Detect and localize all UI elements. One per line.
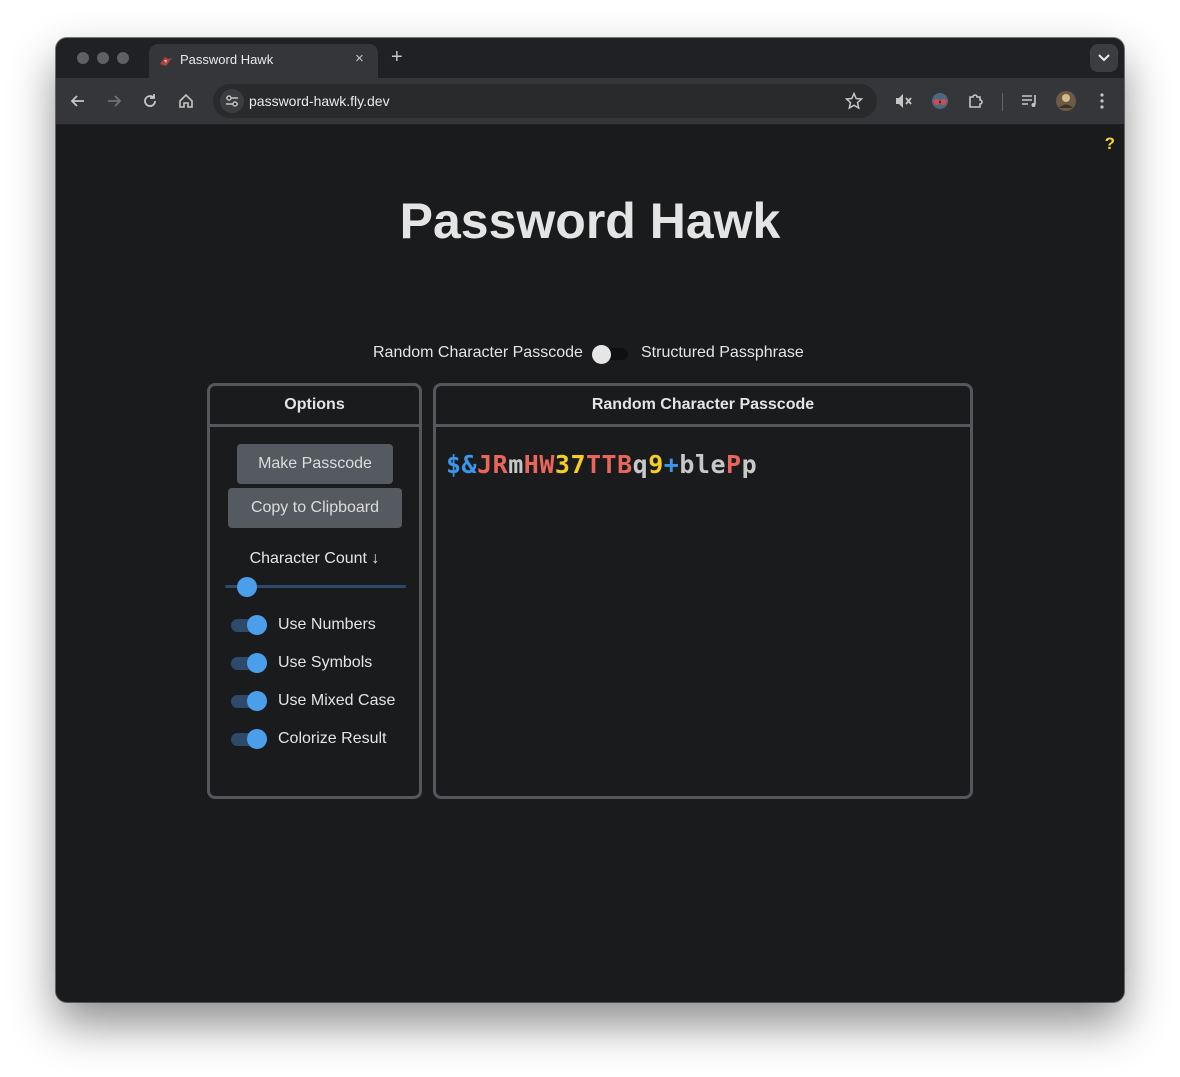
use-mixed-case-switch[interactable] (230, 691, 270, 711)
address-bar[interactable]: password-hawk.fly.dev (213, 84, 877, 118)
toggle-knob (247, 653, 267, 673)
extensions-button[interactable] (965, 90, 987, 112)
passcode-segment: q (632, 450, 649, 479)
hawk-favicon-icon (160, 57, 172, 66)
options-header: Options (210, 386, 419, 427)
chevron-down-icon (1098, 54, 1110, 62)
tab-close-icon[interactable]: × (355, 50, 364, 67)
passcode-segment: TTB (586, 450, 633, 479)
passcode-segment: 37 (554, 450, 586, 479)
use-numbers-label: Use Numbers (278, 616, 376, 633)
copy-to-clipboard-button[interactable]: Copy to Clipboard (228, 488, 402, 528)
close-window-dot[interactable] (77, 52, 89, 64)
more-vertical-icon (1100, 93, 1104, 109)
page-title: Password Hawk (399, 193, 781, 249)
puzzle-icon (969, 94, 983, 108)
back-button[interactable] (67, 90, 89, 112)
tab-title: Password Hawk (180, 52, 274, 67)
reload-icon (144, 94, 156, 107)
toolbar-divider (1002, 93, 1003, 111)
passcode-segment: P (726, 450, 742, 479)
reload-button[interactable] (139, 90, 161, 112)
passcode-segment: JR (477, 450, 509, 479)
passcode-segment: $& (446, 450, 478, 479)
passcode-segment: p (741, 450, 758, 479)
mode-toggle-switch[interactable] (592, 345, 630, 364)
spy-extension-icon (932, 93, 948, 109)
profile-avatar-icon (1056, 91, 1076, 111)
use-symbols-label: Use Symbols (278, 654, 373, 671)
use-symbols-switch[interactable] (230, 653, 270, 673)
toggle-knob (247, 615, 267, 635)
profile-button[interactable] (1055, 90, 1077, 112)
generated-passcode[interactable]: $&JRmHW37TTBq9+blePp (446, 450, 757, 479)
options-panel: Options Make Passcode Copy to Clipboard … (207, 383, 422, 799)
home-button[interactable] (175, 90, 197, 112)
bookmark-star-icon[interactable] (845, 92, 863, 110)
output-panel: Random Character Passcode $&JRmHW37TTBq9… (433, 383, 973, 799)
colorize-result-label: Colorize Result (278, 730, 387, 747)
output-header: Random Character Passcode (436, 386, 970, 427)
use-mixed-case-label: Use Mixed Case (278, 692, 396, 709)
mute-button[interactable] (893, 90, 915, 112)
mode-selector: Random Character Passcode Structured Pas… (56, 342, 1124, 366)
make-passcode-button[interactable]: Make Passcode (237, 444, 393, 484)
character-count-slider[interactable] (225, 576, 406, 598)
queue-music-icon (1022, 95, 1036, 107)
new-tab-button[interactable]: + (391, 46, 403, 69)
muted-speaker-icon (896, 94, 912, 108)
browser-toolbar: password-hawk.fly.dev (56, 78, 1124, 125)
arrow-right-icon (108, 95, 122, 107)
toggle-knob (247, 691, 267, 711)
passcode-segment: ble (679, 450, 726, 479)
home-icon (179, 93, 193, 108)
browser-window: Password Hawk × + password-hawk.fly.dev … (56, 38, 1124, 1002)
help-button[interactable]: ? (1105, 134, 1115, 154)
forward-button[interactable] (103, 90, 125, 112)
toggle-knob (247, 729, 267, 749)
passcode-segment: m (508, 450, 524, 479)
arrow-left-icon (70, 95, 84, 107)
url-text[interactable]: password-hawk.fly.dev (249, 93, 390, 109)
browser-menu-button[interactable] (1091, 90, 1113, 112)
passcode-segment: HW (523, 450, 555, 479)
extension-glasses-button[interactable] (929, 90, 951, 112)
page-content: ? Password Hawk Random Character Passcod… (56, 126, 1124, 1002)
character-count-label: Character Count ↓ (249, 550, 380, 567)
colorize-result-switch[interactable] (230, 729, 270, 749)
site-info-button[interactable] (220, 89, 244, 113)
tab-search-button[interactable] (1090, 44, 1118, 72)
passcode-segment: + (663, 450, 680, 479)
tune-icon (226, 95, 238, 107)
mode-label-structured: Structured Passphrase (641, 344, 804, 361)
slider-thumb[interactable] (236, 577, 257, 597)
mode-label-random: Random Character Passcode (373, 344, 583, 361)
mode-toggle-knob (592, 345, 611, 364)
zoom-window-dot[interactable] (117, 52, 129, 64)
passcode-segment: 9 (648, 450, 664, 479)
tab-strip: Password Hawk × + (56, 38, 1124, 78)
media-control-button[interactable] (1019, 90, 1041, 112)
minimize-window-dot[interactable] (97, 52, 109, 64)
use-numbers-switch[interactable] (230, 615, 270, 635)
tab-password-hawk[interactable]: Password Hawk × (149, 44, 378, 78)
